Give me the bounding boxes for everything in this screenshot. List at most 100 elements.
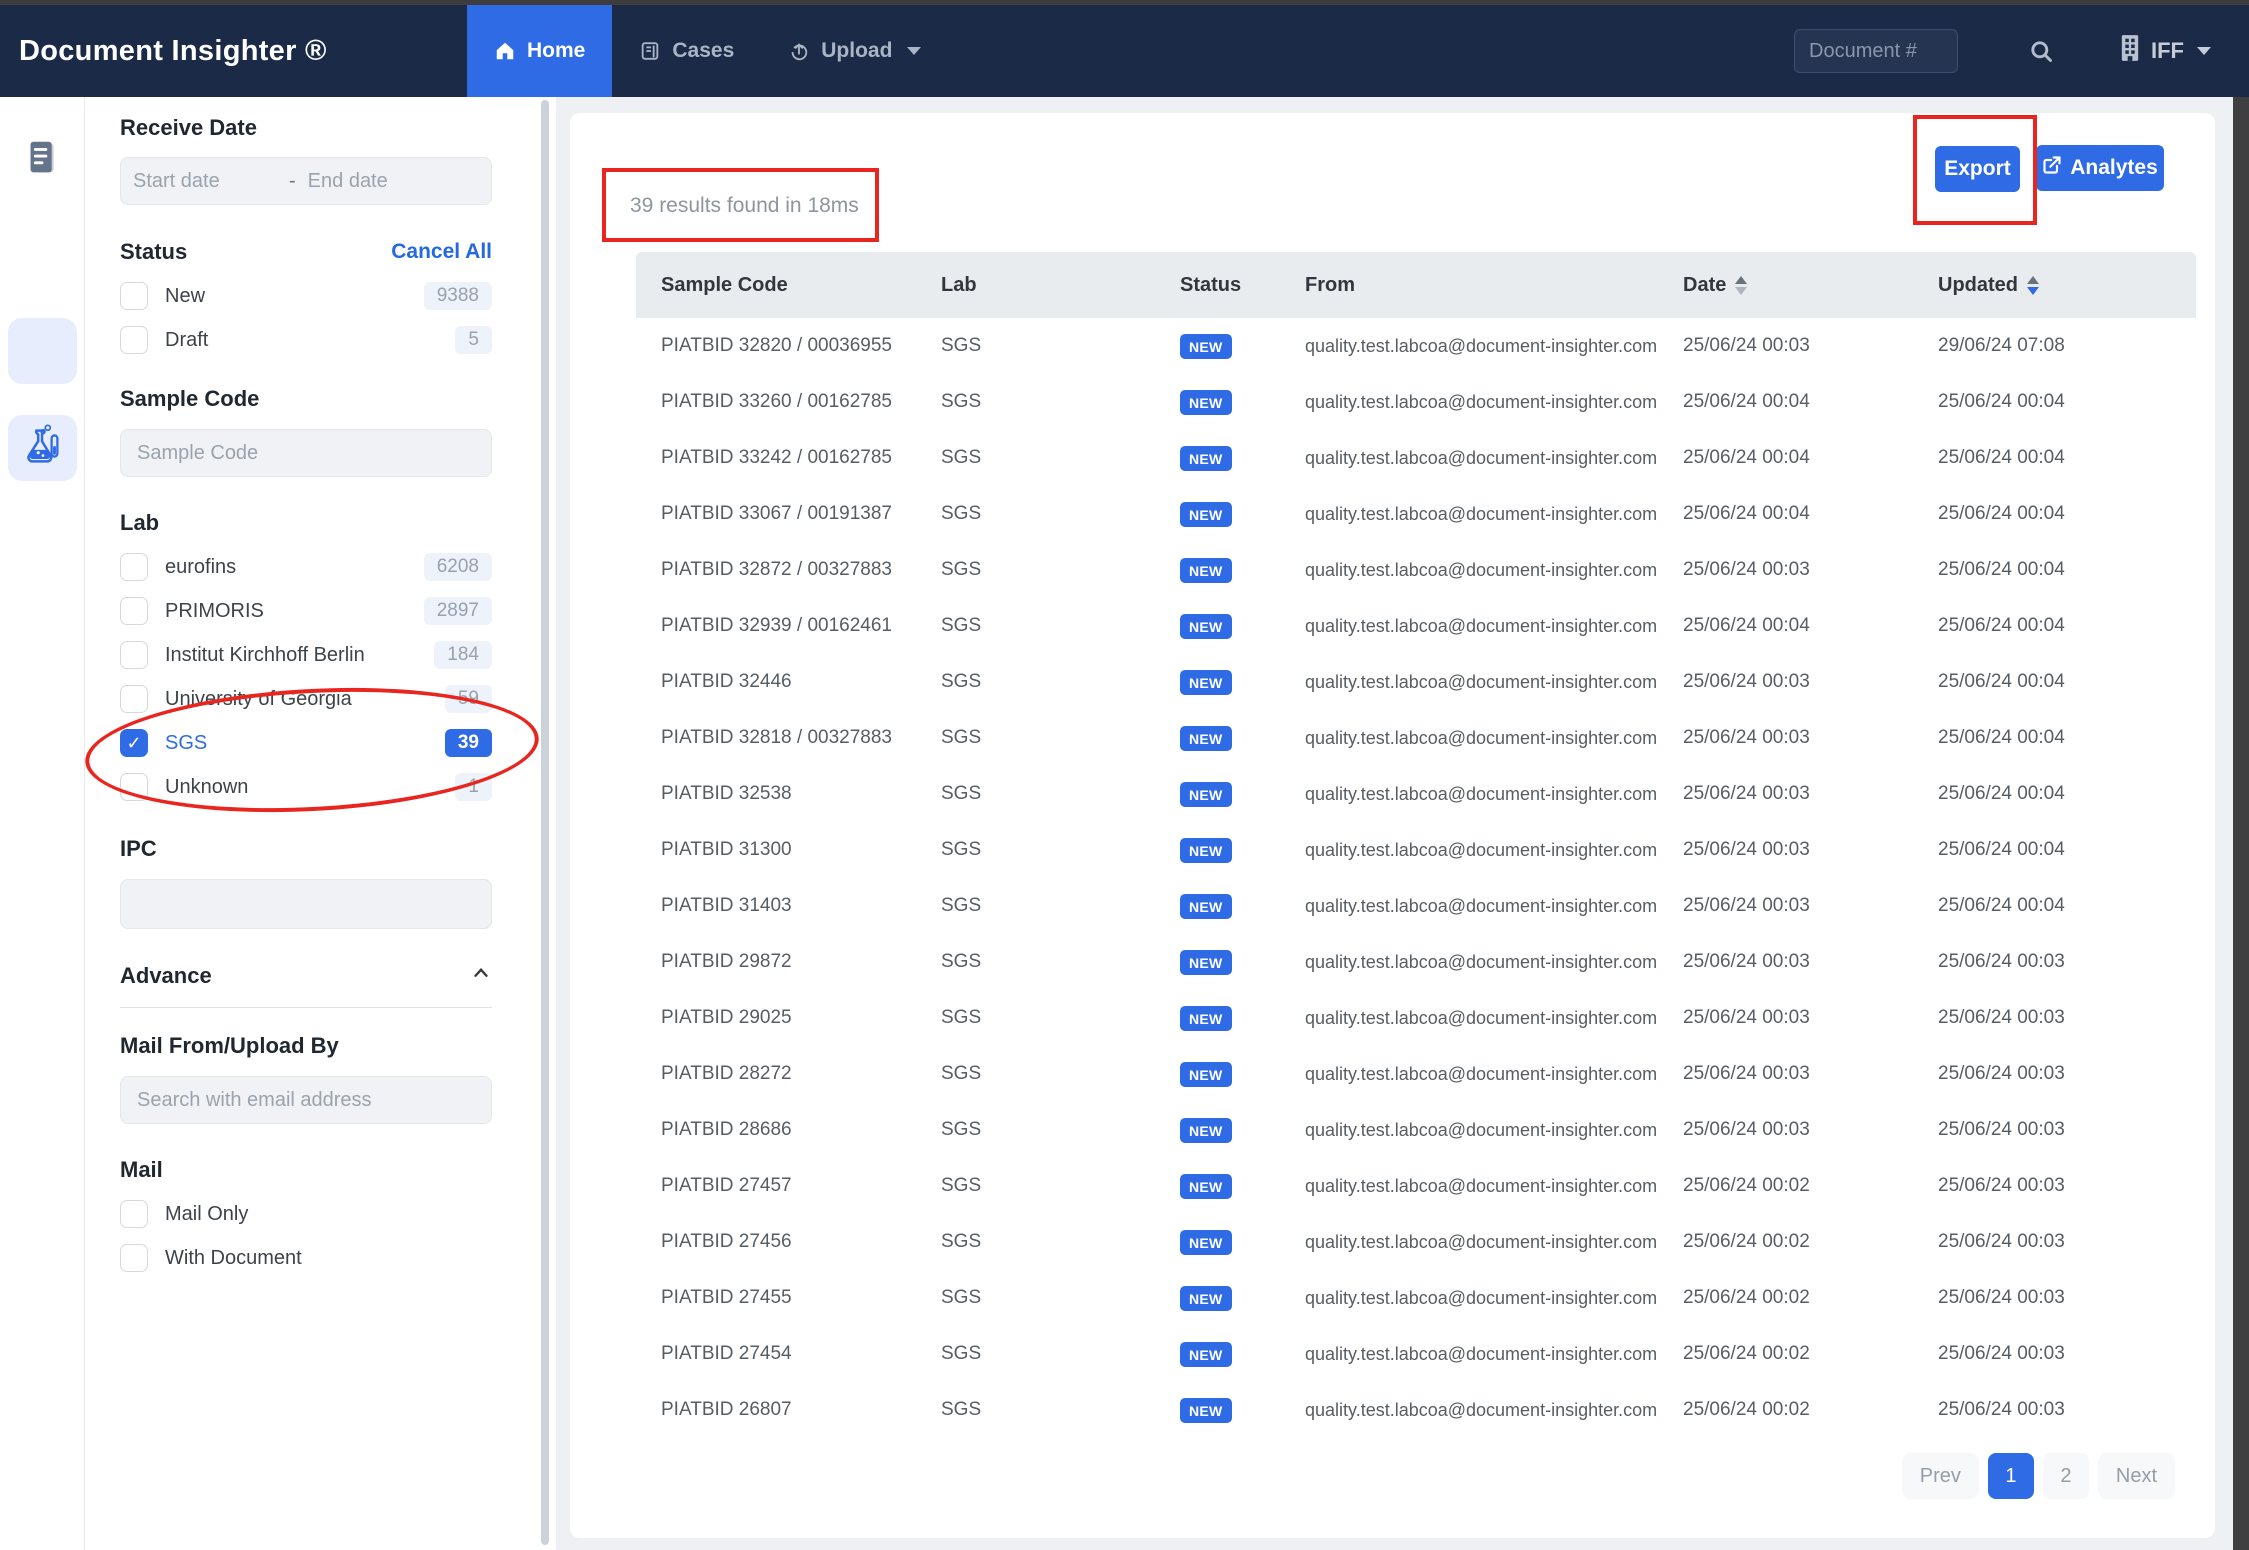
analytes-button[interactable]: Analytes bbox=[2036, 145, 2164, 191]
start-date-input[interactable] bbox=[133, 170, 283, 193]
table-row[interactable]: PIATBID 27457 SGS NEW quality.test.labco… bbox=[636, 1158, 2196, 1214]
app-title: Document Insighter ® bbox=[19, 5, 327, 97]
column-header-date[interactable]: Date bbox=[1658, 274, 1913, 297]
cell-status: NEW bbox=[1155, 502, 1280, 527]
sample-code-input[interactable] bbox=[120, 429, 492, 477]
checkbox[interactable]: ✓ bbox=[120, 597, 148, 625]
table-row[interactable]: PIATBID 26807 SGS NEW quality.test.labco… bbox=[636, 1382, 2196, 1438]
checkbox[interactable]: ✓ bbox=[120, 773, 148, 801]
table-row[interactable]: PIATBID 29872 SGS NEW quality.test.labco… bbox=[636, 934, 2196, 990]
column-header-status[interactable]: Status bbox=[1155, 274, 1280, 297]
upload-icon bbox=[788, 40, 810, 62]
page-scrollbar[interactable] bbox=[2233, 97, 2249, 1550]
filter-option[interactable]: ✓ Draft 5 bbox=[120, 326, 492, 354]
table-row[interactable]: PIATBID 27454 SGS NEW quality.test.labco… bbox=[636, 1326, 2196, 1382]
sidebar-scrollbar[interactable] bbox=[541, 100, 549, 1545]
table-row[interactable]: PIATBID 32872 / 00327883 SGS NEW quality… bbox=[636, 542, 2196, 598]
filter-option[interactable]: ✓ Institut Kirchhoff Berlin 184 bbox=[120, 641, 492, 669]
table-body: PIATBID 32820 / 00036955 SGS NEW quality… bbox=[636, 318, 2196, 1438]
nav-tab-upload[interactable]: Upload bbox=[761, 5, 948, 97]
table-row[interactable]: PIATBID 31403 SGS NEW quality.test.labco… bbox=[636, 878, 2196, 934]
filter-option[interactable]: ✓ With Document bbox=[120, 1244, 492, 1272]
document-number-input[interactable] bbox=[1794, 29, 1958, 73]
cell-status: NEW bbox=[1155, 894, 1280, 919]
cell-from: quality.test.labcoa@document-insighter.c… bbox=[1280, 672, 1658, 693]
filter-option[interactable]: ✓ Mail Only bbox=[120, 1200, 492, 1228]
table-row[interactable]: PIATBID 27456 SGS NEW quality.test.labco… bbox=[636, 1214, 2196, 1270]
table-row[interactable]: PIATBID 29025 SGS NEW quality.test.labco… bbox=[636, 990, 2196, 1046]
filter-option-label: Unknown bbox=[165, 776, 248, 799]
cell-lab: SGS bbox=[916, 1231, 1155, 1253]
column-header-lab[interactable]: Lab bbox=[916, 274, 1155, 297]
receive-date-range[interactable]: - bbox=[120, 157, 492, 205]
status-badge: NEW bbox=[1180, 1286, 1232, 1311]
filter-option[interactable]: ✓ PRIMORIS 2897 bbox=[120, 597, 492, 625]
table-row[interactable]: PIATBID 32820 / 00036955 SGS NEW quality… bbox=[636, 318, 2196, 374]
cell-from: quality.test.labcoa@document-insighter.c… bbox=[1280, 1232, 1658, 1253]
cell-updated: 25/06/24 00:04 bbox=[1913, 839, 2196, 861]
pagination-next-button[interactable]: Next bbox=[2098, 1453, 2175, 1499]
table-row[interactable]: PIATBID 32818 / 00327883 SGS NEW quality… bbox=[636, 710, 2196, 766]
status-badge: NEW bbox=[1180, 502, 1232, 527]
rail-analytes-button[interactable] bbox=[8, 415, 77, 481]
column-header-sample-code[interactable]: Sample Code bbox=[636, 274, 916, 297]
cell-sample-code: PIATBID 28686 bbox=[636, 1119, 916, 1141]
pagination-page-2[interactable]: 2 bbox=[2043, 1453, 2089, 1499]
checkbox[interactable]: ✓ bbox=[120, 641, 148, 669]
checkbox[interactable]: ✓ bbox=[120, 729, 148, 757]
table-row[interactable]: PIATBID 33260 / 00162785 SGS NEW quality… bbox=[636, 374, 2196, 430]
search-icon[interactable] bbox=[2028, 38, 2055, 70]
end-date-input[interactable] bbox=[308, 170, 458, 193]
status-badge: NEW bbox=[1180, 838, 1232, 863]
export-button[interactable]: Export bbox=[1935, 146, 2020, 192]
table-row[interactable]: PIATBID 32446 SGS NEW quality.test.labco… bbox=[636, 654, 2196, 710]
ipc-input[interactable] bbox=[120, 879, 492, 929]
filter-count-badge: 9388 bbox=[424, 282, 492, 310]
checkbox[interactable]: ✓ bbox=[120, 1200, 148, 1228]
pagination-prev-button[interactable]: Prev bbox=[1902, 1453, 1979, 1499]
table-row[interactable]: PIATBID 32939 / 00162461 SGS NEW quality… bbox=[636, 598, 2196, 654]
table-row[interactable]: PIATBID 28686 SGS NEW quality.test.labco… bbox=[636, 1102, 2196, 1158]
advance-toggle[interactable]: Advance bbox=[120, 962, 492, 989]
column-header-from[interactable]: From bbox=[1280, 274, 1658, 297]
filter-option[interactable]: ✓ New 9388 bbox=[120, 282, 492, 310]
cell-status: NEW bbox=[1155, 1230, 1280, 1255]
checkbox[interactable]: ✓ bbox=[120, 1244, 148, 1272]
lab-options: ✓ eurofins 6208 ✓ PRIMORIS 2897 ✓ Instit… bbox=[120, 553, 492, 801]
filter-option[interactable]: ✓ University of Georgia 59 bbox=[120, 685, 492, 713]
checkbox[interactable]: ✓ bbox=[120, 282, 148, 310]
status-badge: NEW bbox=[1180, 670, 1232, 695]
checkbox[interactable]: ✓ bbox=[120, 326, 148, 354]
table-row[interactable]: PIATBID 28272 SGS NEW quality.test.labco… bbox=[636, 1046, 2196, 1102]
cell-status: NEW bbox=[1155, 1398, 1280, 1423]
cell-lab: SGS bbox=[916, 1287, 1155, 1309]
filter-option[interactable]: ✓ eurofins 6208 bbox=[120, 553, 492, 581]
table-row[interactable]: PIATBID 33242 / 00162785 SGS NEW quality… bbox=[636, 430, 2196, 486]
cell-updated: 25/06/24 00:04 bbox=[1913, 727, 2196, 749]
navbar: Document Insighter ® Home Cases Upload bbox=[0, 5, 2249, 97]
filter-option[interactable]: ✓ SGS 39 bbox=[120, 729, 492, 757]
filter-option[interactable]: ✓ Unknown 1 bbox=[120, 773, 492, 801]
status-badge: NEW bbox=[1180, 1398, 1232, 1423]
cell-from: quality.test.labcoa@document-insighter.c… bbox=[1280, 1008, 1658, 1029]
table-row[interactable]: PIATBID 27455 SGS NEW quality.test.labco… bbox=[636, 1270, 2196, 1326]
rail-analytes-button[interactable] bbox=[8, 318, 77, 384]
nav-tab-cases[interactable]: Cases bbox=[612, 5, 761, 97]
table-row[interactable]: PIATBID 33067 / 00191387 SGS NEW quality… bbox=[636, 486, 2196, 542]
table-row[interactable]: PIATBID 31300 SGS NEW quality.test.labco… bbox=[636, 822, 2196, 878]
checkbox[interactable]: ✓ bbox=[120, 685, 148, 713]
cell-updated: 25/06/24 00:04 bbox=[1913, 783, 2196, 805]
cell-sample-code: PIATBID 32446 bbox=[636, 671, 916, 693]
mail-from-input[interactable] bbox=[120, 1076, 492, 1124]
cancel-all-link[interactable]: Cancel All bbox=[391, 240, 492, 264]
pagination-page-1[interactable]: 1 bbox=[1988, 1453, 2034, 1499]
org-switcher[interactable]: IFF bbox=[2118, 5, 2211, 97]
table-header: Sample Code Lab Status From Date Updated bbox=[636, 252, 2196, 318]
column-header-updated[interactable]: Updated bbox=[1913, 274, 2196, 297]
cell-from: quality.test.labcoa@document-insighter.c… bbox=[1280, 1120, 1658, 1141]
table-row[interactable]: PIATBID 32538 SGS NEW quality.test.labco… bbox=[636, 766, 2196, 822]
nav-tab-home[interactable]: Home bbox=[467, 5, 612, 97]
nav-tab-label: Upload bbox=[821, 39, 892, 63]
checkbox[interactable]: ✓ bbox=[120, 553, 148, 581]
rail-documents-button[interactable] bbox=[8, 127, 77, 193]
